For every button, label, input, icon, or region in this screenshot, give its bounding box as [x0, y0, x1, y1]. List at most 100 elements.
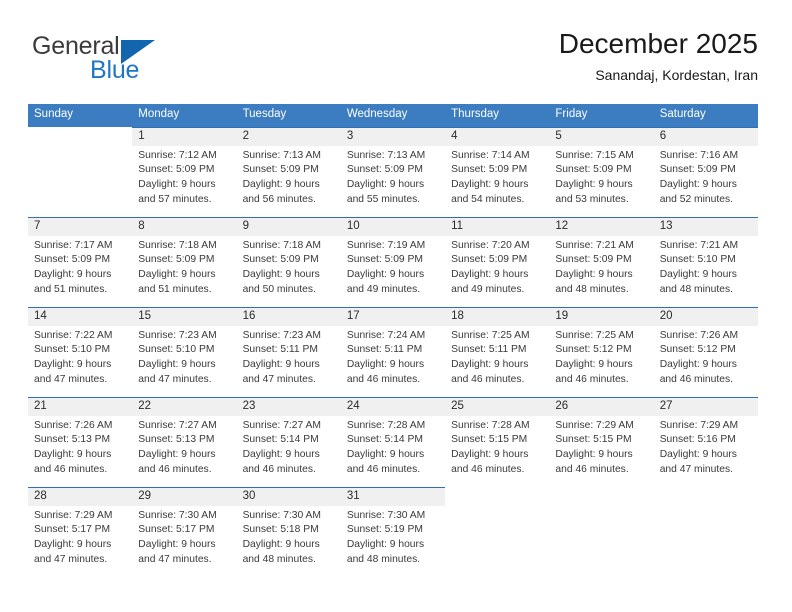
day-number: 29: [132, 487, 237, 506]
day-cell-inner: 12 Sunrise: 7:21 AM Sunset: 5:09 PM Dayligh…: [549, 216, 654, 307]
calendar-day-cell[interactable]: 4 Sunrise: 7:14 AM Sunset: 5:09 PM Daylight…: [445, 126, 550, 217]
calendar-day-cell[interactable]: 29 Sunrise: 7:30 AM Sunset: 5:17 PM Dayligh…: [132, 486, 237, 577]
sunrise-text: Sunrise: 7:19 AM: [346, 239, 426, 251]
calendar-day-cell[interactable]: 21 Sunrise: 7:26 AM Sunset: 5:13 PM Dayligh…: [28, 396, 133, 487]
day-detail: Sunrise: 7:16 AM Sunset: 5:09 PM Daylight:…: [654, 146, 758, 207]
calendar-day-cell[interactable]: 5 Sunrise: 7:15 AM Sunset: 5:09 PM Daylight…: [549, 126, 654, 217]
day-cell-inner: 30 Sunrise: 7:30 AM Sunset: 5:18 PM Dayligh…: [236, 486, 341, 577]
calendar-day-cell[interactable]: 13 Sunrise: 7:21 AM Sunset: 5:10 PM Dayligh…: [653, 216, 758, 307]
sunset-text: Sunset: 5:11 PM: [242, 344, 318, 356]
day-detail: Sunrise: 7:30 AM Sunset: 5:17 PM Daylight:…: [132, 506, 236, 567]
day-cell-inner: 31 Sunrise: 7:30 AM Sunset: 5:19 PM Dayligh…: [340, 486, 446, 577]
calendar-day-cell[interactable]: 25 Sunrise: 7:28 AM Sunset: 5:15 PM Dayligh…: [445, 396, 550, 487]
calendar-day-cell[interactable]: 30 Sunrise: 7:30 AM Sunset: 5:18 PM Dayligh…: [236, 486, 341, 577]
calendar-day-cell[interactable]: 28 Sunrise: 7:29 AM Sunset: 5:17 PM Dayligh…: [28, 486, 133, 577]
sunset-text: Sunset: 5:15 PM: [555, 434, 632, 446]
sunset-text: Sunset: 5:14 PM: [242, 434, 319, 446]
sunrise-text: Sunrise: 7:26 AM: [659, 329, 739, 341]
calendar-day-cell[interactable]: 7 Sunrise: 7:17 AM Sunset: 5:09 PM Daylight…: [28, 216, 133, 307]
calendar-day-cell[interactable]: 27 Sunrise: 7:29 AM Sunset: 5:16 PM Dayligh…: [653, 396, 758, 487]
day-detail: [28, 146, 132, 149]
daylight-text-line1: Daylight: 9 hours: [451, 449, 529, 461]
daylight-text-line1: Daylight: 9 hours: [555, 269, 633, 281]
day-number: 27: [653, 397, 758, 416]
calendar-day-cell[interactable]: 22 Sunrise: 7:27 AM Sunset: 5:13 PM Dayligh…: [132, 396, 237, 487]
calendar-day-cell[interactable]: 31 Sunrise: 7:30 AM Sunset: 5:19 PM Dayligh…: [340, 486, 446, 577]
day-cell-inner: 13 Sunrise: 7:21 AM Sunset: 5:10 PM Dayligh…: [653, 216, 758, 307]
day-number: 24: [340, 397, 446, 416]
sunrise-text: Sunrise: 7:21 AM: [555, 239, 634, 251]
daylight-text-line1: Daylight: 9 hours: [451, 179, 529, 191]
daylight-text-line1: Daylight: 9 hours: [34, 359, 112, 371]
day-cell-inner: 9 Sunrise: 7:18 AM Sunset: 5:09 PM Daylight…: [236, 216, 341, 307]
calendar-day-cell[interactable]: 9 Sunrise: 7:18 AM Sunset: 5:09 PM Daylight…: [236, 216, 341, 307]
brand-name-bottom: Blue: [90, 56, 140, 84]
calendar-day-cell-empty: [653, 486, 758, 577]
day-detail: Sunrise: 7:25 AM Sunset: 5:12 PM Daylight:…: [549, 326, 653, 387]
calendar-day-cell[interactable]: 20 Sunrise: 7:26 AM Sunset: 5:12 PM Dayligh…: [653, 306, 758, 397]
calendar-day-cell[interactable]: 19 Sunrise: 7:25 AM Sunset: 5:12 PM Dayligh…: [549, 306, 654, 397]
calendar-day-cell[interactable]: 8 Sunrise: 7:18 AM Sunset: 5:09 PM Daylight…: [132, 216, 237, 307]
day-cell-inner: 10 Sunrise: 7:19 AM Sunset: 5:09 PM Dayligh…: [340, 216, 446, 307]
calendar-day-cell[interactable]: 24 Sunrise: 7:28 AM Sunset: 5:14 PM Dayligh…: [340, 396, 446, 487]
day-number: 6: [653, 127, 758, 146]
sunrise-text: Sunrise: 7:30 AM: [242, 509, 321, 521]
day-cell-inner: 5 Sunrise: 7:15 AM Sunset: 5:09 PM Daylight…: [549, 126, 654, 217]
day-detail: Sunrise: 7:24 AM Sunset: 5:11 PM Daylight:…: [341, 326, 445, 387]
daylight-text-line1: Daylight: 9 hours: [138, 269, 216, 281]
day-number: 8: [132, 217, 237, 236]
calendar-day-cell[interactable]: 11 Sunrise: 7:20 AM Sunset: 5:09 PM Dayligh…: [445, 216, 550, 307]
daylight-text-line2: and 56 minutes.: [242, 193, 316, 205]
title-block: December 2025 Sanandaj, Kordestan, Iran: [559, 28, 758, 84]
brand-logo[interactable]: General Blue: [28, 32, 248, 92]
day-cell-inner: 28 Sunrise: 7:29 AM Sunset: 5:17 PM Dayligh…: [28, 486, 133, 577]
calendar-day-cell[interactable]: 15 Sunrise: 7:23 AM Sunset: 5:10 PM Dayligh…: [132, 306, 237, 397]
calendar-day-cell[interactable]: 10 Sunrise: 7:19 AM Sunset: 5:09 PM Dayligh…: [340, 216, 446, 307]
daylight-text-line2: and 46 minutes.: [451, 463, 525, 475]
daylight-text-line2: and 51 minutes.: [34, 283, 108, 295]
page-header: General Blue December 2025 Sanandaj, Kor…: [28, 28, 758, 98]
calendar-day-cell[interactable]: 2 Sunrise: 7:13 AM Sunset: 5:09 PM Daylight…: [236, 126, 341, 217]
daylight-text-line1: Daylight: 9 hours: [451, 269, 529, 281]
sunset-text: Sunset: 5:09 PM: [242, 164, 319, 176]
calendar-day-cell[interactable]: 18 Sunrise: 7:25 AM Sunset: 5:11 PM Dayligh…: [445, 306, 550, 397]
calendar-day-cell[interactable]: 12 Sunrise: 7:21 AM Sunset: 5:09 PM Dayligh…: [549, 216, 654, 307]
sunset-text: Sunset: 5:16 PM: [659, 434, 736, 446]
day-detail: Sunrise: 7:30 AM Sunset: 5:19 PM Daylight:…: [341, 506, 445, 567]
sunset-text: Sunset: 5:09 PM: [34, 254, 111, 266]
sunrise-text: Sunrise: 7:25 AM: [555, 329, 634, 341]
day-detail: [654, 506, 758, 509]
day-number: 12: [549, 217, 654, 236]
calendar-day-cell[interactable]: 23 Sunrise: 7:27 AM Sunset: 5:14 PM Dayligh…: [236, 396, 341, 487]
daylight-text-line1: Daylight: 9 hours: [555, 449, 633, 461]
calendar-day-cell[interactable]: 1 Sunrise: 7:12 AM Sunset: 5:09 PM Daylight…: [132, 126, 237, 217]
sunrise-text: Sunrise: 7:13 AM: [346, 149, 426, 161]
calendar-day-cell[interactable]: 3 Sunrise: 7:13 AM Sunset: 5:09 PM Daylight…: [340, 126, 446, 217]
calendar-day-cell[interactable]: 14 Sunrise: 7:22 AM Sunset: 5:10 PM Dayligh…: [28, 306, 133, 397]
daylight-text-line1: Daylight: 9 hours: [242, 269, 320, 281]
calendar-day-cell[interactable]: 17 Sunrise: 7:24 AM Sunset: 5:11 PM Dayligh…: [340, 306, 446, 397]
weekday-header-thursday: Thursday: [445, 104, 550, 127]
calendar-day-cell[interactable]: 6 Sunrise: 7:16 AM Sunset: 5:09 PM Daylight…: [653, 126, 758, 217]
daylight-text-line2: and 47 minutes.: [34, 373, 108, 385]
day-number: 2: [236, 127, 341, 146]
day-detail: Sunrise: 7:29 AM Sunset: 5:16 PM Daylight:…: [654, 416, 758, 477]
day-cell-inner: 26 Sunrise: 7:29 AM Sunset: 5:15 PM Dayligh…: [549, 396, 654, 487]
daylight-text-line2: and 46 minutes.: [346, 463, 421, 475]
calendar-week-row: 1 Sunrise: 7:12 AM Sunset: 5:09 PM Daylight…: [28, 126, 758, 217]
calendar-page: General Blue December 2025 Sanandaj, Kor…: [0, 0, 792, 612]
day-detail: Sunrise: 7:21 AM Sunset: 5:09 PM Daylight:…: [549, 236, 653, 297]
sunrise-text: Sunrise: 7:17 AM: [34, 239, 113, 251]
weekday-header-saturday: Saturday: [653, 104, 758, 127]
sunset-text: Sunset: 5:09 PM: [138, 254, 215, 266]
calendar-day-cell[interactable]: 16 Sunrise: 7:23 AM Sunset: 5:11 PM Dayligh…: [236, 306, 341, 397]
sunset-text: Sunset: 5:09 PM: [555, 164, 632, 176]
day-number: 21: [28, 397, 133, 416]
daylight-text-line1: Daylight: 9 hours: [138, 359, 216, 371]
daylight-text-line2: and 49 minutes.: [451, 283, 525, 295]
calendar-day-cell[interactable]: 26 Sunrise: 7:29 AM Sunset: 5:15 PM Dayligh…: [549, 396, 654, 487]
daylight-text-line1: Daylight: 9 hours: [242, 449, 320, 461]
sunset-text: Sunset: 5:09 PM: [242, 254, 319, 266]
weekday-header-tuesday: Tuesday: [236, 104, 341, 127]
daylight-text-line2: and 51 minutes.: [138, 283, 212, 295]
